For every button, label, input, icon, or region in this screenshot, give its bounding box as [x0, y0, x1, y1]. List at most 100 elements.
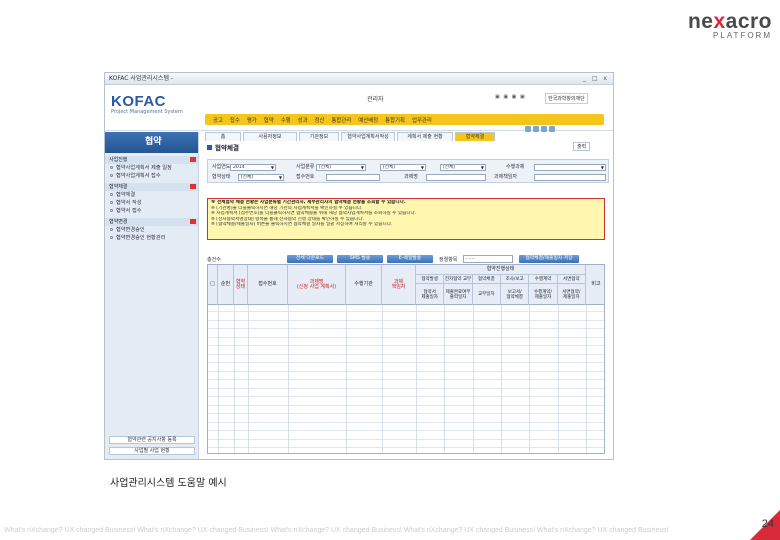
- search-select-value: [전체]: [443, 165, 456, 170]
- email-send-button[interactable]: E-메일발송: [387, 255, 433, 263]
- menu-item[interactable]: 예산배정: [358, 116, 378, 124]
- menu-item[interactable]: 평가: [247, 116, 257, 124]
- search-label: 접수번호: [296, 174, 315, 180]
- table-row[interactable]: [208, 314, 604, 321]
- main-menu: 공고 접수 평가 협약 수행 성과 정산 통합관리 예산배정 통합기획 업무관리: [205, 114, 604, 125]
- sidebar-item[interactable]: 협약사업계획서 제출 일정: [105, 164, 198, 172]
- tab-item[interactable]: 기관정보: [299, 132, 339, 141]
- sidebar-group-header[interactable]: 협약변경: [105, 218, 198, 226]
- table-row[interactable]: [208, 441, 604, 448]
- search-select[interactable]: [전체] ▼: [316, 164, 366, 171]
- menu-item[interactable]: 협약: [264, 116, 274, 124]
- search-select[interactable]: ▼: [534, 164, 606, 171]
- table-row[interactable]: [208, 322, 604, 329]
- menu-item[interactable]: 접수: [230, 116, 240, 124]
- sidebar-item[interactable]: 협약서 접수: [105, 207, 198, 215]
- table-row[interactable]: [208, 348, 604, 355]
- dropdown-arrow-icon: ▼: [420, 165, 424, 170]
- sidebar-group-header[interactable]: 사업진행: [105, 156, 198, 164]
- table-row[interactable]: [208, 424, 604, 431]
- search-select-value: [전체]: [383, 165, 396, 170]
- tab-item[interactable]: 협약체결: [455, 132, 495, 141]
- sidebar-group-header[interactable]: 협약체결: [105, 183, 198, 191]
- menu-item[interactable]: 공고: [213, 116, 223, 124]
- search-select[interactable]: [전체] ▼: [440, 164, 486, 171]
- menu-item[interactable]: 업무관리: [412, 116, 432, 124]
- search-input[interactable]: [426, 174, 486, 181]
- search-select-value: 2014: [233, 165, 245, 170]
- grid-sub-column-header[interactable]: 서면협약/ 제출일자: [558, 284, 586, 305]
- table-row[interactable]: [208, 373, 604, 380]
- grid-sub-column-header[interactable]: 수행계약/ 제출일자: [529, 284, 558, 305]
- grid-sub-column-header[interactable]: 보고서/ 협약체결: [501, 284, 530, 305]
- sidebar-item[interactable]: 협약체결: [105, 191, 198, 199]
- sidebar-group-label: 사업진행: [109, 157, 128, 163]
- grid-column-header[interactable]: 순번: [218, 265, 234, 305]
- table-row[interactable]: [208, 339, 604, 346]
- grid-column-header[interactable]: 비고: [586, 265, 604, 305]
- tab-item[interactable]: 사용자정보: [243, 132, 297, 141]
- collapse-icon[interactable]: [190, 157, 196, 162]
- menu-item[interactable]: 성과: [298, 116, 308, 124]
- table-row[interactable]: [208, 305, 604, 312]
- window-title: KOFAC 사업관리시스템 -: [109, 75, 174, 82]
- table-row[interactable]: [208, 407, 604, 414]
- menu-item[interactable]: 통합기획: [385, 116, 405, 124]
- menu-item[interactable]: 정산: [315, 116, 325, 124]
- menu-item[interactable]: 수행: [281, 116, 291, 124]
- sidebar-item[interactable]: 협약변경승인: [105, 226, 198, 234]
- table-row[interactable]: [208, 416, 604, 423]
- kofac-logo[interactable]: KOFAC Project Management System: [111, 93, 183, 115]
- search-select[interactable]: [전체] ▼: [380, 164, 426, 171]
- sort-select[interactable]: - - -: [463, 255, 513, 263]
- download-all-button[interactable]: 전체 다운로드: [287, 255, 333, 263]
- table-row[interactable]: [208, 433, 604, 440]
- search-label: 사업연도: [212, 164, 231, 170]
- sidebar-bottom-button[interactable]: 협약관련 공지사항 등록: [109, 436, 195, 444]
- save-dates-button[interactable]: 협약체결/제출일자 저장: [519, 255, 579, 263]
- grid-column-line: [501, 305, 502, 453]
- collapse-icon[interactable]: [190, 219, 196, 224]
- tab-item[interactable]: 계획서 제출 현황: [397, 132, 453, 141]
- sidebar-item[interactable]: 협약서 작성: [105, 199, 198, 207]
- sidebar: 협약 사업진행 협약사업계획서 제출 일정 협약사업계획서 접수 협약체결 협약체결 협약…: [105, 132, 199, 459]
- grid-column-header[interactable]: 과제 책임자: [382, 265, 416, 305]
- grid-column-header[interactable]: 접수번호: [248, 265, 288, 305]
- grid-column-line: [288, 305, 289, 453]
- table-row[interactable]: [208, 365, 604, 372]
- grid-sub-column-header[interactable]: 교부일자: [473, 284, 501, 305]
- grid-toolbar: 총건수 전체 다운로드 SMS 발송 E-메일발송 정렬항목 - - - 협약체…: [207, 255, 605, 264]
- grid-column-header[interactable]: 협약 상태: [234, 265, 248, 305]
- grid-sub-column-header[interactable]: 제출완료여부 출력일자: [444, 284, 473, 305]
- collapse-icon[interactable]: [190, 184, 196, 189]
- grid-column-header[interactable]: 과제명 (신청 사업 계획서): [288, 265, 346, 305]
- sidebar-item-label: 협약변경승인 현황관리: [116, 235, 166, 241]
- grid-column-line: [218, 305, 219, 453]
- table-row[interactable]: [208, 356, 604, 363]
- grid-column-header[interactable]: 수행기관: [346, 265, 382, 305]
- grid-column-header[interactable]: □: [208, 265, 218, 305]
- tab-item[interactable]: 협약사업계획서작성: [341, 132, 395, 141]
- sms-send-button[interactable]: SMS 발송: [337, 255, 383, 263]
- print-button[interactable]: 출력: [573, 142, 591, 151]
- tab-item[interactable]: 홈: [205, 132, 241, 141]
- header-icons[interactable]: ▣ ▣ ▣ ▣: [495, 94, 526, 100]
- grid-sub-header: 협약발생: [416, 275, 445, 284]
- search-select[interactable]: 2014 ▼: [230, 164, 276, 171]
- table-row[interactable]: [208, 331, 604, 338]
- table-row[interactable]: [208, 390, 604, 397]
- dropdown-arrow-icon: ▼: [480, 165, 484, 170]
- grid-column-line: [586, 305, 587, 453]
- window-controls-icon[interactable]: _ □ x: [583, 73, 609, 85]
- sidebar-bottom-button[interactable]: 사업별 사업 현황: [109, 447, 195, 455]
- sidebar-item[interactable]: 협약사업계획서 접수: [105, 172, 198, 180]
- sidebar-item[interactable]: 협약변경승인 현황관리: [105, 234, 198, 242]
- grid-sub-column-header[interactable]: 협약서 제출일자: [416, 284, 445, 305]
- search-input[interactable]: [326, 174, 380, 181]
- search-label: 과제명: [404, 174, 418, 180]
- search-input[interactable]: [534, 174, 606, 181]
- menu-item[interactable]: 통합관리: [331, 116, 351, 124]
- table-row[interactable]: [208, 382, 604, 389]
- table-row[interactable]: [208, 399, 604, 406]
- status-select[interactable]: [전체] ▼: [238, 174, 284, 181]
